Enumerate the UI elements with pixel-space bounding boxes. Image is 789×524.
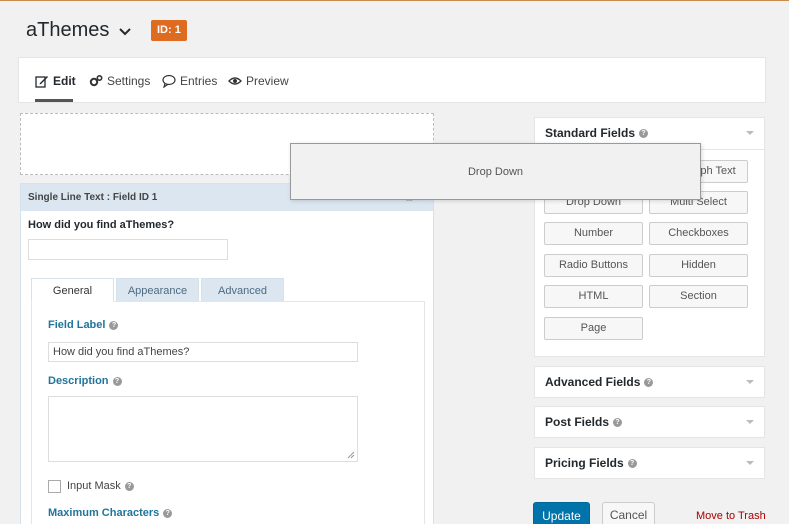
caret-down-icon[interactable]	[746, 418, 754, 426]
help-icon[interactable]: ?	[613, 417, 623, 427]
toolbar-entries[interactable]: Entries	[162, 74, 217, 88]
toolbar-edit[interactable]: Edit	[35, 74, 76, 88]
cancel-button[interactable]: Cancel	[602, 502, 655, 524]
form-title: aThemes	[26, 19, 110, 41]
caret-down-icon[interactable]	[746, 378, 754, 386]
toolbar-settings[interactable]: Settings	[89, 74, 150, 88]
caret-down-icon[interactable]	[746, 129, 754, 137]
add-hidden-button[interactable]: Hidden	[649, 254, 748, 277]
description-textarea[interactable]	[48, 396, 358, 462]
toolbar-entries-label: Entries	[180, 74, 218, 88]
add-number-button[interactable]: Number	[544, 222, 643, 245]
toolbar-edit-label: Edit	[53, 74, 76, 88]
comment-icon	[162, 74, 176, 88]
eye-icon	[228, 77, 242, 85]
pricing-fields-panel[interactable]: Pricing Fields ?	[534, 447, 765, 479]
general-tab-panel: Field Label ? How did you find aThemes? …	[31, 301, 425, 524]
add-html-button[interactable]: HTML	[544, 285, 643, 308]
active-tab-indicator	[35, 99, 73, 102]
help-icon[interactable]: ?	[639, 128, 649, 138]
add-checkboxes-button[interactable]: Checkboxes	[649, 222, 748, 245]
form-toolbar: Edit Settings Entries Preview	[18, 57, 766, 103]
toolbar-preview[interactable]: Preview	[228, 74, 289, 88]
add-radio-buttons-button[interactable]: Radio Buttons	[544, 254, 643, 277]
field-editor: Single Line Text : Field ID 1 ⧉ ✕ How di…	[20, 183, 434, 524]
post-fields-panel[interactable]: Post Fields ?	[534, 406, 765, 438]
help-icon[interactable]: ?	[109, 320, 119, 330]
description-title: Description ?	[48, 375, 122, 387]
toolbar-settings-label: Settings	[107, 74, 151, 88]
drag-helper-drop-down[interactable]: Drop Down	[290, 143, 701, 200]
pricing-fields-title[interactable]: Pricing Fields ?	[545, 456, 637, 470]
help-icon[interactable]: ?	[163, 508, 173, 518]
edit-icon	[35, 76, 48, 88]
field-label-title: Field Label ?	[48, 319, 119, 331]
input-mask-label: Input Mask ?	[67, 480, 134, 492]
standard-fields-title[interactable]: Standard Fields ?	[545, 126, 649, 140]
field-label-input[interactable]: How did you find aThemes?	[48, 342, 358, 362]
toolbar-preview-label: Preview	[246, 74, 289, 88]
update-button[interactable]: Update	[533, 502, 590, 524]
help-icon[interactable]: ?	[627, 458, 637, 468]
help-icon[interactable]: ?	[644, 377, 654, 387]
field-preview-input	[28, 239, 228, 260]
gear-icon	[89, 74, 103, 87]
add-section-button[interactable]: Section	[649, 285, 748, 308]
form-id-badge: ID: 1	[151, 20, 187, 41]
tab-appearance[interactable]: Appearance	[116, 278, 199, 302]
move-to-trash-link[interactable]: Move to Trash	[696, 510, 766, 522]
help-icon[interactable]: ?	[124, 481, 134, 491]
field-editor-header-label: Single Line Text : Field ID 1	[28, 192, 158, 203]
input-mask-checkbox[interactable]	[48, 480, 61, 493]
advanced-fields-title[interactable]: Advanced Fields ?	[545, 375, 654, 389]
field-preview-label: How did you find aThemes?	[28, 219, 175, 231]
tab-general[interactable]: General	[31, 278, 114, 302]
add-page-button[interactable]: Page	[544, 317, 643, 340]
max-chars-title: Maximum Characters ?	[48, 507, 173, 519]
tab-advanced[interactable]: Advanced	[201, 278, 284, 302]
post-fields-title[interactable]: Post Fields ?	[545, 415, 623, 429]
caret-down-icon[interactable]	[746, 459, 754, 467]
chevron-down-icon[interactable]	[117, 23, 133, 39]
advanced-fields-panel[interactable]: Advanced Fields ?	[534, 366, 765, 398]
help-icon[interactable]: ?	[112, 376, 122, 386]
resize-grip-icon[interactable]	[347, 451, 355, 459]
